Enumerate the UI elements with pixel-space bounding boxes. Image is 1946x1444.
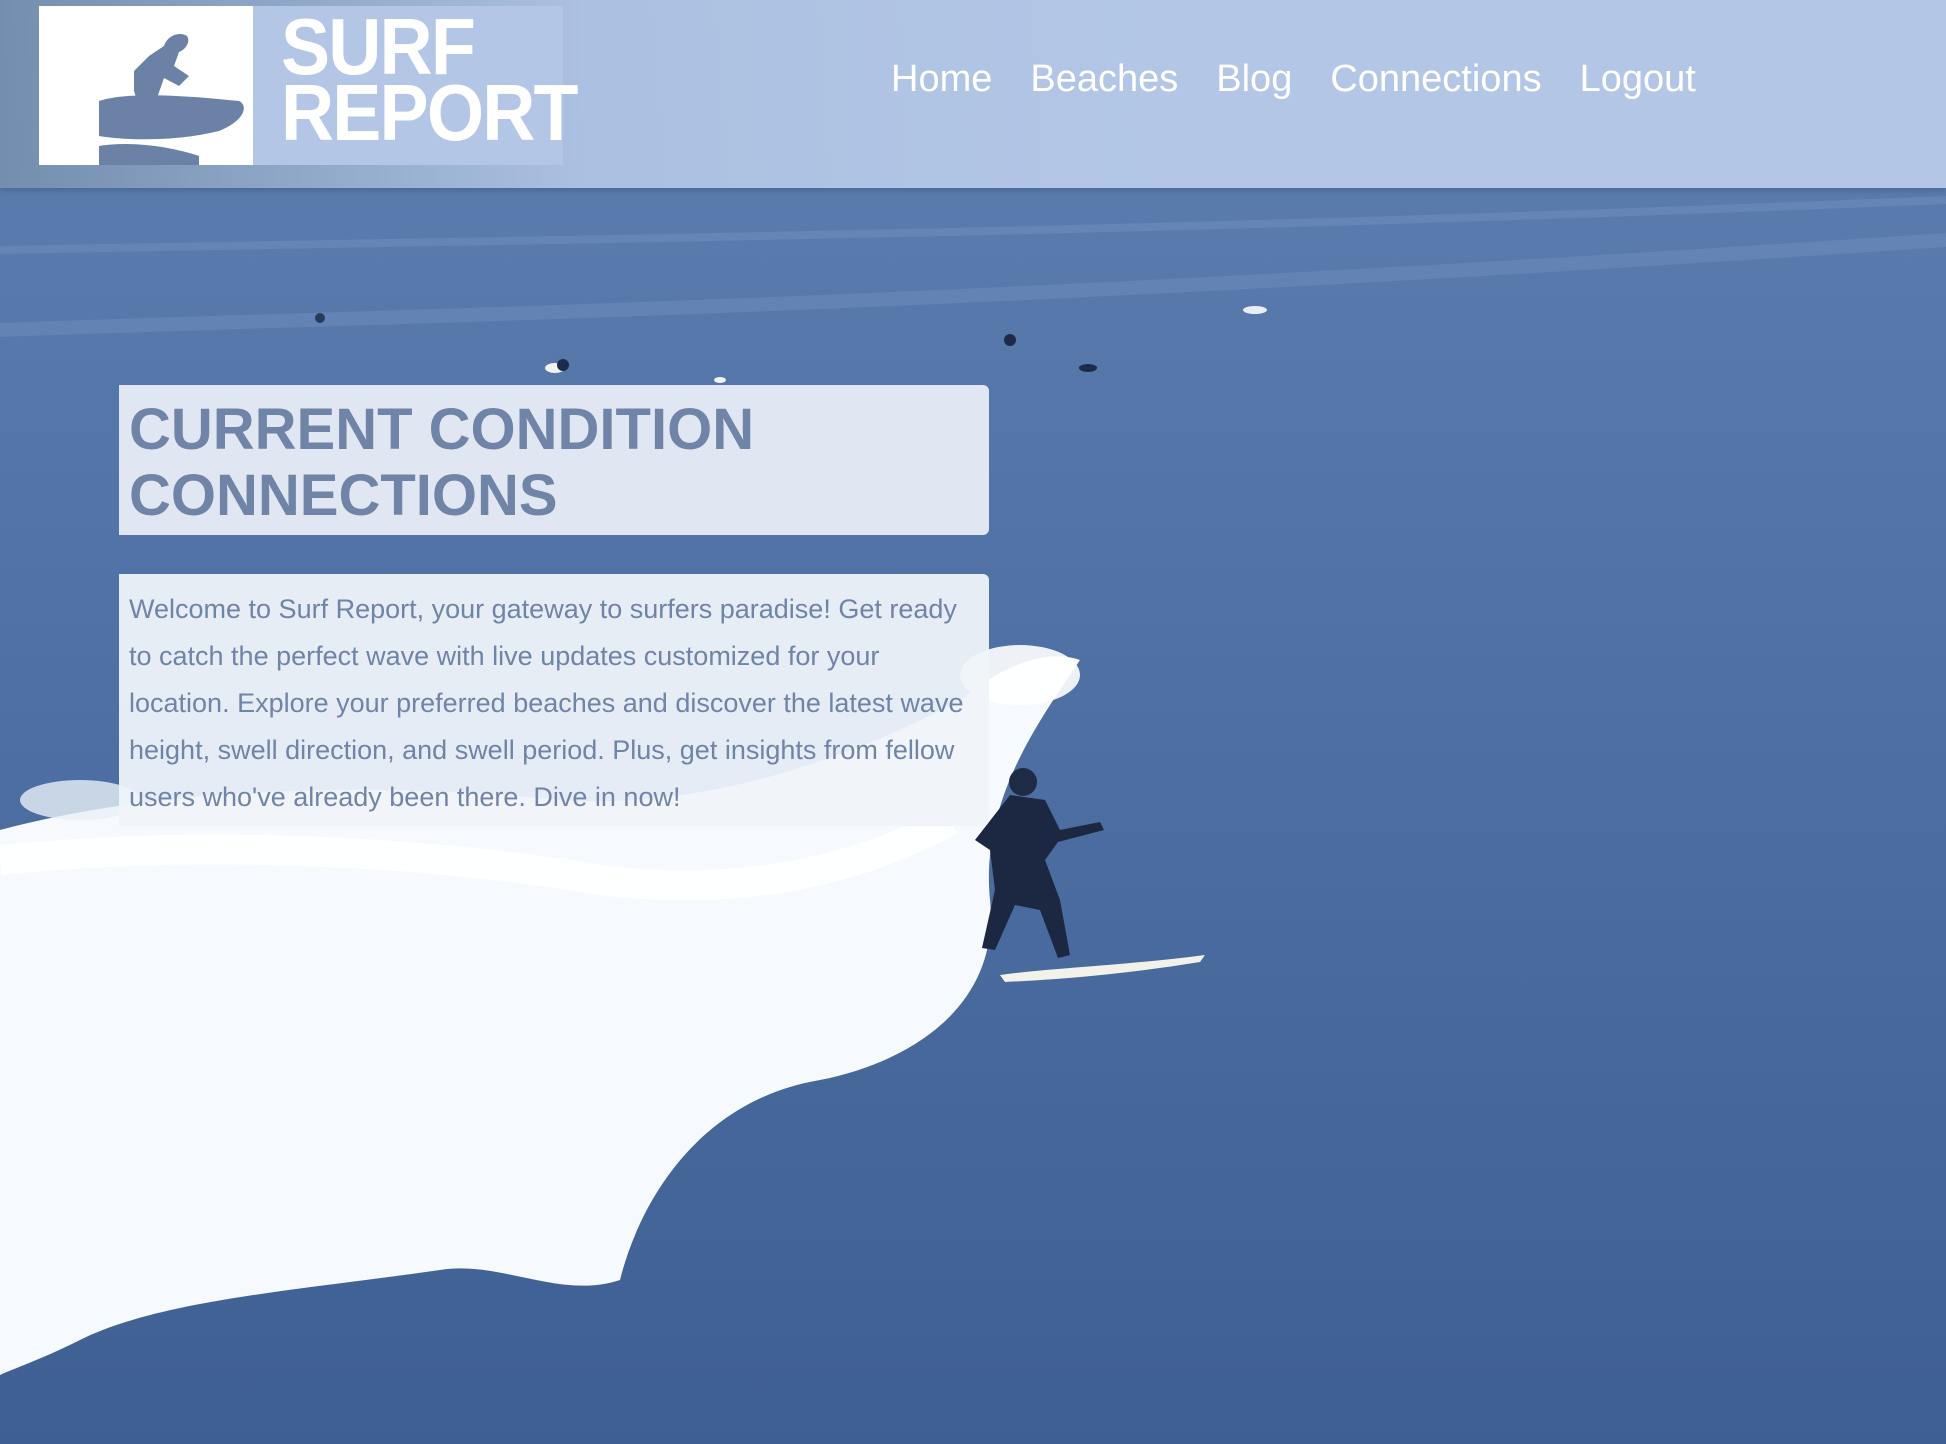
surfer-logo-icon <box>39 6 253 165</box>
nav-connections-link[interactable]: Connections <box>1330 58 1541 101</box>
intro-text: Welcome to Surf Report, your gateway to … <box>129 594 964 812</box>
site-logo[interactable]: SURF REPORT <box>39 6 578 165</box>
hero-title-panel: CURRENT CONDITION CONNECTIONS <box>119 385 989 535</box>
page-title: CURRENT CONDITION CONNECTIONS <box>129 397 755 528</box>
nav-beaches-link[interactable]: Beaches <box>1030 58 1178 101</box>
page: SURF REPORT Home Beaches Blog Connection… <box>0 0 1946 1444</box>
nav-home-link[interactable]: Home <box>891 58 992 101</box>
site-header: SURF REPORT Home Beaches Blog Connection… <box>0 0 1946 188</box>
logo-wordmark: SURF REPORT <box>281 7 578 157</box>
main-nav: Home Beaches Blog Connections Logout <box>891 58 1696 101</box>
nav-logout-link[interactable]: Logout <box>1580 58 1696 101</box>
intro-panel: Welcome to Surf Report, your gateway to … <box>119 574 989 826</box>
logo-line-2: REPORT <box>281 68 578 157</box>
nav-blog-link[interactable]: Blog <box>1216 58 1292 101</box>
